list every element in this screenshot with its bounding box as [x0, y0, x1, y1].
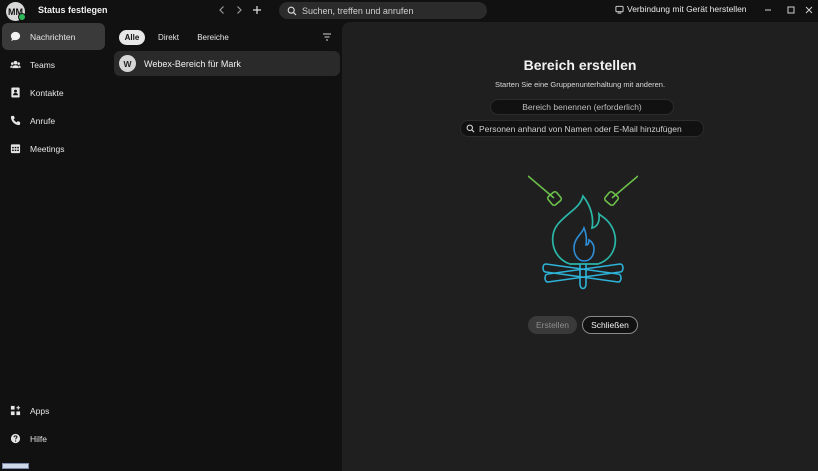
- help-icon: [10, 433, 21, 444]
- device-icon: [615, 5, 624, 14]
- sidebar-item-meetings[interactable]: Meetings: [2, 135, 105, 162]
- create-space-panel: Bereich erstellen Starten Sie eine Grupp…: [342, 22, 818, 471]
- contacts-icon: [11, 87, 20, 98]
- chat-bubble-icon: [10, 31, 21, 42]
- connect-device-button[interactable]: Verbindung mit Gerät herstellen: [615, 4, 747, 14]
- space-name-input[interactable]: [490, 99, 674, 115]
- sidebar-item-messages[interactable]: Nachrichten: [2, 23, 105, 50]
- list-item[interactable]: W Webex-Bereich für Mark: [114, 51, 340, 76]
- tab-direct[interactable]: Direkt: [152, 30, 185, 45]
- taskbar-thumbnail: [2, 463, 29, 469]
- filter-icon[interactable]: [322, 32, 332, 42]
- close-icon: [805, 6, 813, 14]
- set-status-link[interactable]: Status festlegen: [38, 5, 108, 15]
- sidebar-item-label: Anrufe: [30, 115, 56, 126]
- search-icon: [287, 6, 297, 15]
- tab-all[interactable]: Alle: [119, 30, 145, 45]
- space-name: Webex-Bereich für Mark: [144, 58, 241, 69]
- create-button[interactable]: Erstellen: [528, 316, 577, 334]
- sidebar-item-label: Teams: [30, 59, 56, 70]
- sidebar-item-label: Nachrichten: [30, 31, 76, 42]
- sidebar-item-label: Hilfe: [30, 433, 48, 444]
- close-button[interactable]: Schließen: [582, 316, 638, 334]
- chevron-left-icon: [219, 6, 224, 14]
- sidebar-item-label: Apps: [30, 405, 50, 416]
- sidebar-item-help[interactable]: Hilfe: [2, 425, 105, 452]
- maximize-icon: [787, 6, 795, 14]
- search-input[interactable]: Suchen, treffen und anrufen: [279, 2, 487, 19]
- top-bar: MM Status festlegen Suchen, treffen und …: [0, 0, 818, 22]
- calendar-icon: [10, 144, 21, 154]
- sidebar-item-label: Kontakte: [30, 87, 64, 98]
- sidebar-item-contacts[interactable]: Kontakte: [2, 79, 105, 106]
- tab-spaces[interactable]: Bereiche: [193, 30, 233, 45]
- connect-device-label: Verbindung mit Gerät herstellen: [627, 4, 747, 14]
- phone-icon: [10, 115, 21, 126]
- people-icon: [10, 60, 21, 69]
- add-people-field[interactable]: [460, 120, 704, 137]
- page-subtitle: Starten Sie eine Gruppenunterhaltung mit…: [494, 80, 666, 89]
- new-button[interactable]: [250, 3, 264, 17]
- sidebar-item-calls[interactable]: Anrufe: [2, 107, 105, 134]
- sidebar-item-label: Meetings: [30, 143, 65, 154]
- minimize-button[interactable]: [760, 2, 776, 18]
- close-window-button[interactable]: [801, 2, 817, 18]
- minimize-icon: [765, 9, 771, 11]
- sidebar-item-teams[interactable]: Teams: [2, 51, 105, 78]
- sidebar-item-apps[interactable]: Apps: [2, 397, 105, 424]
- plus-icon: [253, 6, 261, 14]
- presence-indicator: [18, 13, 26, 21]
- chevron-right-icon: [237, 6, 242, 14]
- space-avatar: W: [119, 55, 136, 72]
- search-placeholder: Suchen, treffen und anrufen: [302, 5, 414, 16]
- page-title: Bereich erstellen: [523, 57, 637, 73]
- back-button[interactable]: [215, 3, 229, 17]
- conversation-list-panel: [108, 22, 340, 471]
- add-people-input[interactable]: [479, 123, 703, 134]
- campfire-illustration: [528, 175, 638, 290]
- forward-button[interactable]: [232, 3, 246, 17]
- sidebar: Nachrichten Teams Kontakte Anrufe Meetin…: [0, 22, 108, 471]
- maximize-button[interactable]: [783, 2, 799, 18]
- apps-icon: [10, 405, 21, 416]
- search-icon: [466, 124, 475, 133]
